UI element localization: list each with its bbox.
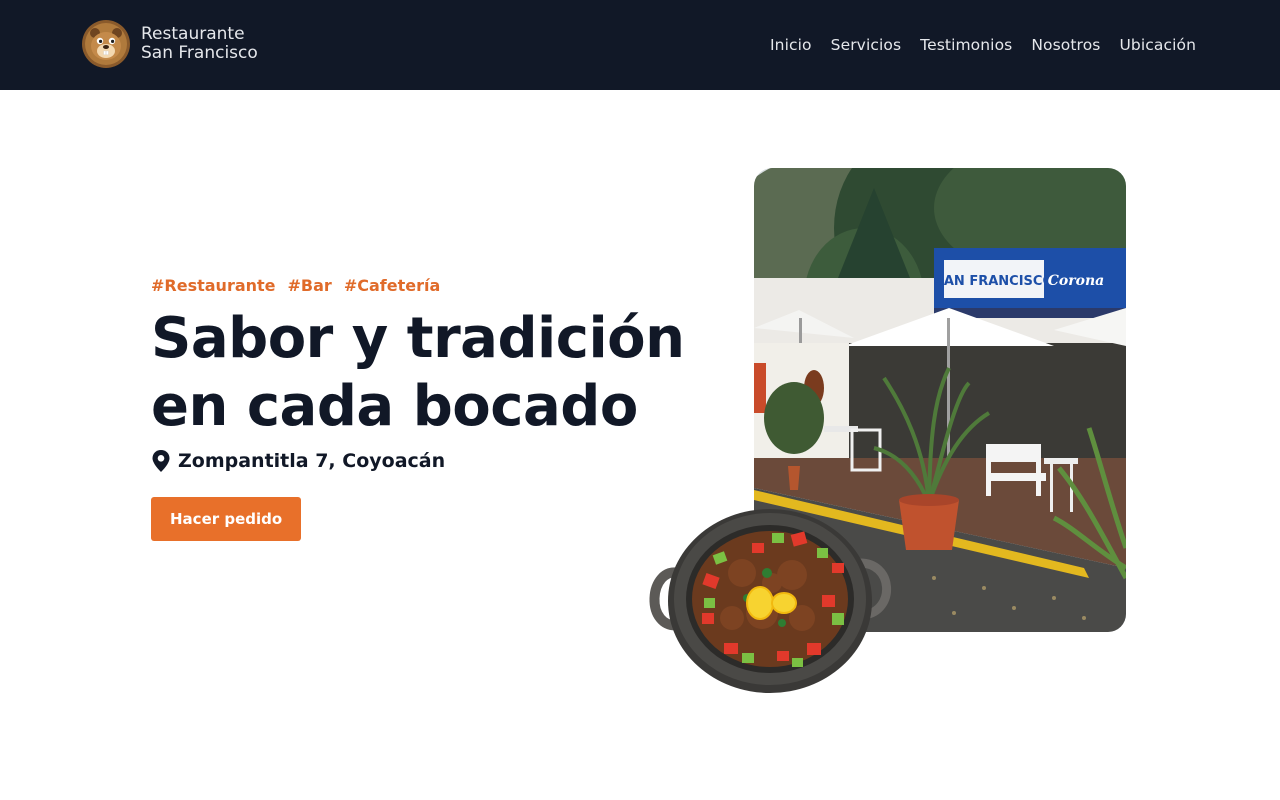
main-nav: Inicio Servicios Testimonios Nosotros Ub…: [770, 0, 1196, 90]
hero-headline: Sabor y tradición en cada bocado: [151, 305, 711, 441]
nav-link-ubicacion[interactable]: Ubicación: [1119, 36, 1196, 54]
tag-cafeteria: #Cafetería: [343, 276, 441, 295]
map-pin-icon: [152, 450, 170, 472]
brand-name: Restaurante San Francisco: [141, 25, 258, 63]
beaver-mascot-logo: [82, 20, 130, 68]
hero-address: Zompantitla 7, Coyoacán: [151, 449, 711, 473]
nav-link-nosotros[interactable]: Nosotros: [1031, 36, 1100, 54]
tag-bar: #Bar: [287, 276, 332, 295]
photo-sign-text: SAN FRANCISCO: [935, 274, 1054, 289]
nav-link-servicios[interactable]: Servicios: [831, 36, 902, 54]
brand-name-line1: Restaurante: [141, 24, 245, 44]
tag-restaurante: #Restaurante: [151, 276, 276, 295]
food-pan-image: [649, 509, 892, 693]
site-header: Restaurante San Francisco Inicio Servici…: [0, 0, 1280, 90]
nav-link-testimonios[interactable]: Testimonios: [920, 36, 1012, 54]
hero-section: #Restaurante #Bar #Cafetería Sabor y tra…: [151, 276, 711, 541]
brand-name-line2: San Francisco: [141, 43, 258, 63]
hero-headline-line1: Sabor y tradición: [151, 306, 685, 371]
nav-link-inicio[interactable]: Inicio: [770, 36, 812, 54]
order-button[interactable]: Hacer pedido: [151, 497, 302, 541]
photo-sign-brand: Corona: [1048, 273, 1104, 289]
hero-headline-line2: en cada bocado: [151, 374, 638, 439]
brand-link[interactable]: Restaurante San Francisco: [81, 19, 258, 69]
hero-tags: #Restaurante #Bar #Cafetería: [151, 276, 711, 295]
address-text: Zompantitla 7, Coyoacán: [178, 450, 446, 472]
